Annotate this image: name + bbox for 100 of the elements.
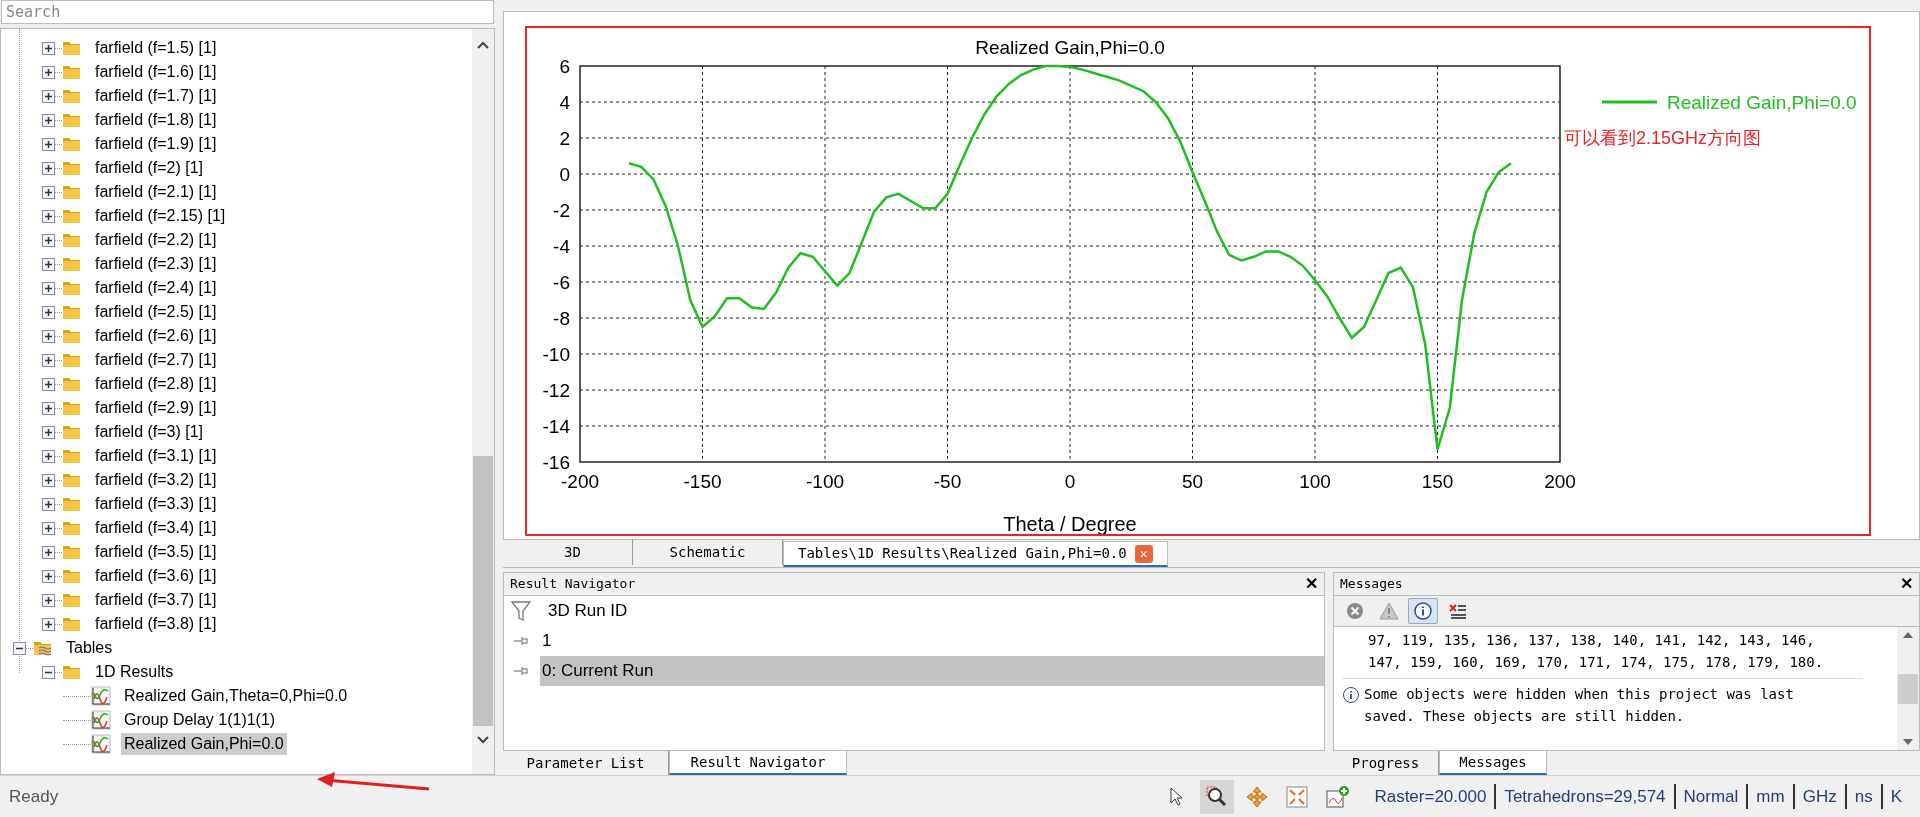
tree-item[interactable]: Realized Gain,Phi=0.0 <box>121 733 287 755</box>
tree-item[interactable]: Realized Gain,Theta=0,Phi=0.0 <box>121 685 351 707</box>
tree-item[interactable]: farfield (f=2.7) [1] <box>92 349 220 371</box>
search-field[interactable]: Search <box>1 0 494 24</box>
expand-icon[interactable] <box>42 161 55 175</box>
annotation-text: 可以看到2.15GHz方向图 <box>1564 128 1762 148</box>
axis-tick-label: 4 <box>559 92 570 113</box>
info-icon <box>1413 601 1433 621</box>
scrollbar[interactable] <box>472 29 494 774</box>
tree-item[interactable]: farfield (f=1.8) [1] <box>92 109 220 131</box>
scroll-down-icon[interactable] <box>477 736 489 744</box>
close-icon[interactable]: ✕ <box>1305 572 1318 596</box>
expand-icon[interactable] <box>42 593 55 607</box>
tree-item[interactable]: farfield (f=2.6) [1] <box>92 325 220 347</box>
scroll-down-icon[interactable] <box>1903 739 1913 746</box>
tree-item[interactable]: farfield (f=2.5) [1] <box>92 301 220 323</box>
pin-icon <box>514 666 528 676</box>
scrollbar[interactable] <box>1897 627 1919 750</box>
tree-item[interactable]: farfield (f=1.5) [1] <box>92 37 220 59</box>
axis-tick-label: 2 <box>559 128 570 149</box>
collapse-icon[interactable] <box>13 641 26 655</box>
chart-icon <box>91 710 111 730</box>
tree-item[interactable]: farfield (f=3.1) [1] <box>92 445 220 467</box>
tree-item[interactable]: Tables <box>63 637 116 659</box>
tree-item[interactable]: farfield (f=2.9) [1] <box>92 397 220 419</box>
tree-item[interactable]: farfield (f=2.1) [1] <box>92 181 220 203</box>
expand-icon[interactable] <box>42 113 55 127</box>
scroll-thumb[interactable] <box>1898 673 1918 704</box>
panel-tab[interactable]: Messages <box>1439 751 1547 775</box>
tree-item[interactable]: farfield (f=2.2) [1] <box>92 229 220 251</box>
axis-tick-label: 0 <box>1064 471 1076 492</box>
expand-icon[interactable] <box>42 425 55 439</box>
chart-icon <box>91 734 111 754</box>
expand-icon[interactable] <box>42 257 55 271</box>
tree-item[interactable]: farfield (f=3.6) [1] <box>92 565 220 587</box>
scroll-up-icon[interactable] <box>477 41 489 49</box>
axis-tick-label: -6 <box>553 272 570 293</box>
axis-tick-label: 100 <box>1299 471 1331 492</box>
panel-tab[interactable]: Result Navigator <box>669 751 847 775</box>
list-item[interactable]: 0: Current Run <box>540 656 1324 686</box>
expand-icon[interactable] <box>42 41 55 55</box>
axis-tick-label: -200 <box>561 471 599 492</box>
expand-icon[interactable] <box>42 617 55 631</box>
tree-item[interactable]: farfield (f=3.4) [1] <box>92 517 220 539</box>
info-button[interactable] <box>1408 598 1438 624</box>
expand-icon[interactable] <box>42 569 55 583</box>
tree-item[interactable]: farfield (f=2) [1] <box>92 157 207 179</box>
scroll-thumb[interactable] <box>473 456 493 726</box>
column-header: 3D Run ID <box>548 600 628 623</box>
tree-item[interactable]: farfield (f=3) [1] <box>92 421 207 443</box>
expand-icon[interactable] <box>42 521 55 535</box>
status-field: GHz <box>1794 783 1847 810</box>
zoom-button[interactable] <box>1200 779 1235 814</box>
fit-icon <box>1285 784 1310 809</box>
view-tab[interactable]: 3D <box>513 539 633 565</box>
tree-item[interactable]: farfield (f=1.6) [1] <box>92 61 220 83</box>
legend-label: Realized Gain,Phi=0.0 <box>1667 92 1857 113</box>
tree-item[interactable]: 1D Results <box>92 661 177 683</box>
expand-icon[interactable] <box>42 209 55 223</box>
status-text: Ready <box>9 785 59 808</box>
expand-icon[interactable] <box>42 497 55 511</box>
expand-icon[interactable] <box>42 329 55 343</box>
tree-item[interactable]: farfield (f=3.3) [1] <box>92 493 220 515</box>
expand-icon[interactable] <box>42 545 55 559</box>
scroll-up-icon[interactable] <box>1903 631 1913 638</box>
expand-icon[interactable] <box>42 353 55 367</box>
view-tab[interactable]: Tables\1D Results\Realized Gain,Phi=0.0 ✕ <box>783 541 1168 567</box>
tree-item[interactable]: farfield (f=3.8) [1] <box>92 613 220 635</box>
tree-item[interactable]: farfield (f=1.9) [1] <box>92 133 220 155</box>
expand-icon[interactable] <box>42 401 55 415</box>
panel-title: Result Navigator <box>510 575 636 594</box>
expand-icon[interactable] <box>42 89 55 103</box>
tree-item[interactable]: farfield (f=3.2) [1] <box>92 469 220 491</box>
axis-tick-label: 150 <box>1421 471 1454 492</box>
tree-item[interactable]: farfield (f=3.5) [1] <box>92 541 220 563</box>
info-icon <box>1342 686 1360 704</box>
close-icon[interactable]: ✕ <box>1900 572 1913 596</box>
tree-item[interactable]: farfield (f=3.7) [1] <box>92 589 220 611</box>
tree-item[interactable]: farfield (f=2.8) [1] <box>92 373 220 395</box>
axis-tick-label: -8 <box>553 308 570 329</box>
tree-item[interactable]: farfield (f=2.15) [1] <box>92 205 229 227</box>
tree-item[interactable]: farfield (f=2.3) [1] <box>92 253 220 275</box>
axis-tick-label: 0 <box>559 164 570 185</box>
expand-icon[interactable] <box>42 185 55 199</box>
legend-item: Realized Gain,Phi=0.0 <box>1602 92 1857 113</box>
expand-icon[interactable] <box>42 65 55 79</box>
add-plot-icon <box>1325 784 1350 809</box>
list-item[interactable]: 1 <box>540 626 1324 656</box>
expand-icon[interactable] <box>42 137 55 151</box>
expand-icon[interactable] <box>42 281 55 295</box>
tree-item[interactable]: farfield (f=1.7) [1] <box>92 85 220 107</box>
expand-icon[interactable] <box>42 233 55 247</box>
expand-icon[interactable] <box>42 377 55 391</box>
status-field: mm <box>1748 783 1795 810</box>
tree-item[interactable]: Group Delay 1(1)1(1) <box>121 709 279 731</box>
expand-icon[interactable] <box>42 473 55 487</box>
tree-item[interactable]: farfield (f=2.4) [1] <box>92 277 220 299</box>
expand-icon[interactable] <box>42 449 55 463</box>
expand-icon[interactable] <box>42 305 55 319</box>
collapse-icon[interactable] <box>42 665 55 679</box>
